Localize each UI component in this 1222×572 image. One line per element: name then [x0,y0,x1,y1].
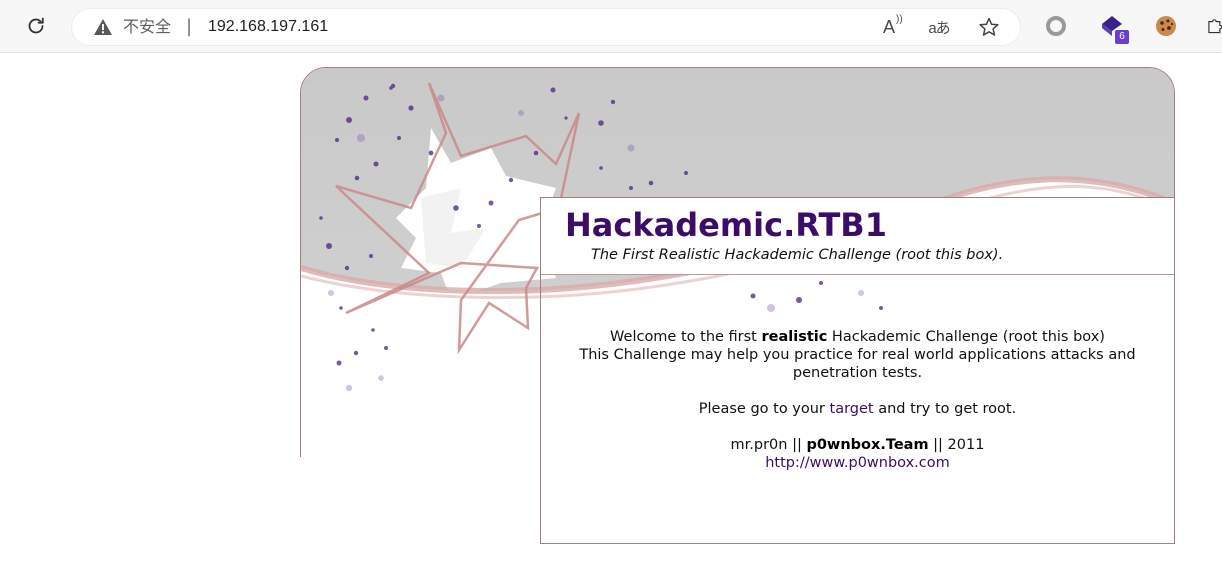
url-text[interactable]: 192.168.197.161 [208,17,328,37]
year-text: || 2011 [928,437,985,453]
browser-toolbar: 不安全 | 192.168.197.161 A)) aあ 6 [0,0,1222,53]
instruction-suffix: and try to get root. [873,401,1017,417]
team-name: p0wnbox.Team [806,437,929,453]
welcome-suffix: Hackademic Challenge (root this box) [827,329,1105,345]
credits-line: mr.pr0n || p0wnbox.Team || 2011 [541,436,1174,454]
website-link[interactable]: http://www.p0wnbox.com [765,455,950,471]
instruction-line: Please go to your target and try to get … [541,400,1174,418]
translate-button[interactable]: aあ [926,15,952,39]
page-subtitle: The First Realistic Hackademic Challenge… [591,247,1004,263]
warning-triangle-icon[interactable] [92,17,114,37]
extension-diamond-button[interactable]: 6 [1099,13,1129,44]
welcome-prefix: Welcome to the first [610,329,762,345]
web-page: Hackademic.RTB1 The First Realistic Hack… [0,53,1222,572]
page-title: Hackademic.RTB1 [565,206,887,244]
frame-edge-mask [299,457,303,572]
body-text: Welcome to the first realistic Hackademi… [541,328,1174,472]
reload-icon [28,17,44,34]
instruction-prefix: Please go to your [698,401,830,417]
extension-cookie-button[interactable] [1153,13,1179,39]
content-box: Hackademic.RTB1 The First Realistic Hack… [540,197,1175,544]
author-text: mr.pr0n || [730,437,807,453]
extension-badge: 6 [1115,30,1129,44]
puzzle-icon [1208,19,1222,34]
translate-icon: aあ [928,19,950,37]
favorite-button[interactable] [976,15,1002,39]
read-aloud-button[interactable]: A)) [876,13,903,39]
target-link[interactable]: target [830,401,874,417]
challenge-line: This Challenge may help you practice for… [579,347,1136,381]
welcome-line: Welcome to the first realistic Hackademi… [541,328,1174,346]
title-area: Hackademic.RTB1 The First Realistic Hack… [541,198,1174,275]
welcome-bold: realistic [761,329,828,345]
circle-extension-icon [1046,16,1066,36]
cookie-extension-icon [1156,16,1176,36]
url-separator: | [186,16,193,37]
address-bar[interactable]: 不安全 | 192.168.197.161 A)) aあ [72,9,1020,45]
read-aloud-icon: A)) [882,13,903,37]
star-icon [979,17,999,36]
reload-button[interactable] [22,12,50,40]
security-status-label[interactable]: 不安全 [123,17,171,37]
website-line: http://www.p0wnbox.com [541,454,1174,472]
extensions-menu-button[interactable] [1206,13,1222,39]
extension-circle-button[interactable] [1043,13,1069,39]
